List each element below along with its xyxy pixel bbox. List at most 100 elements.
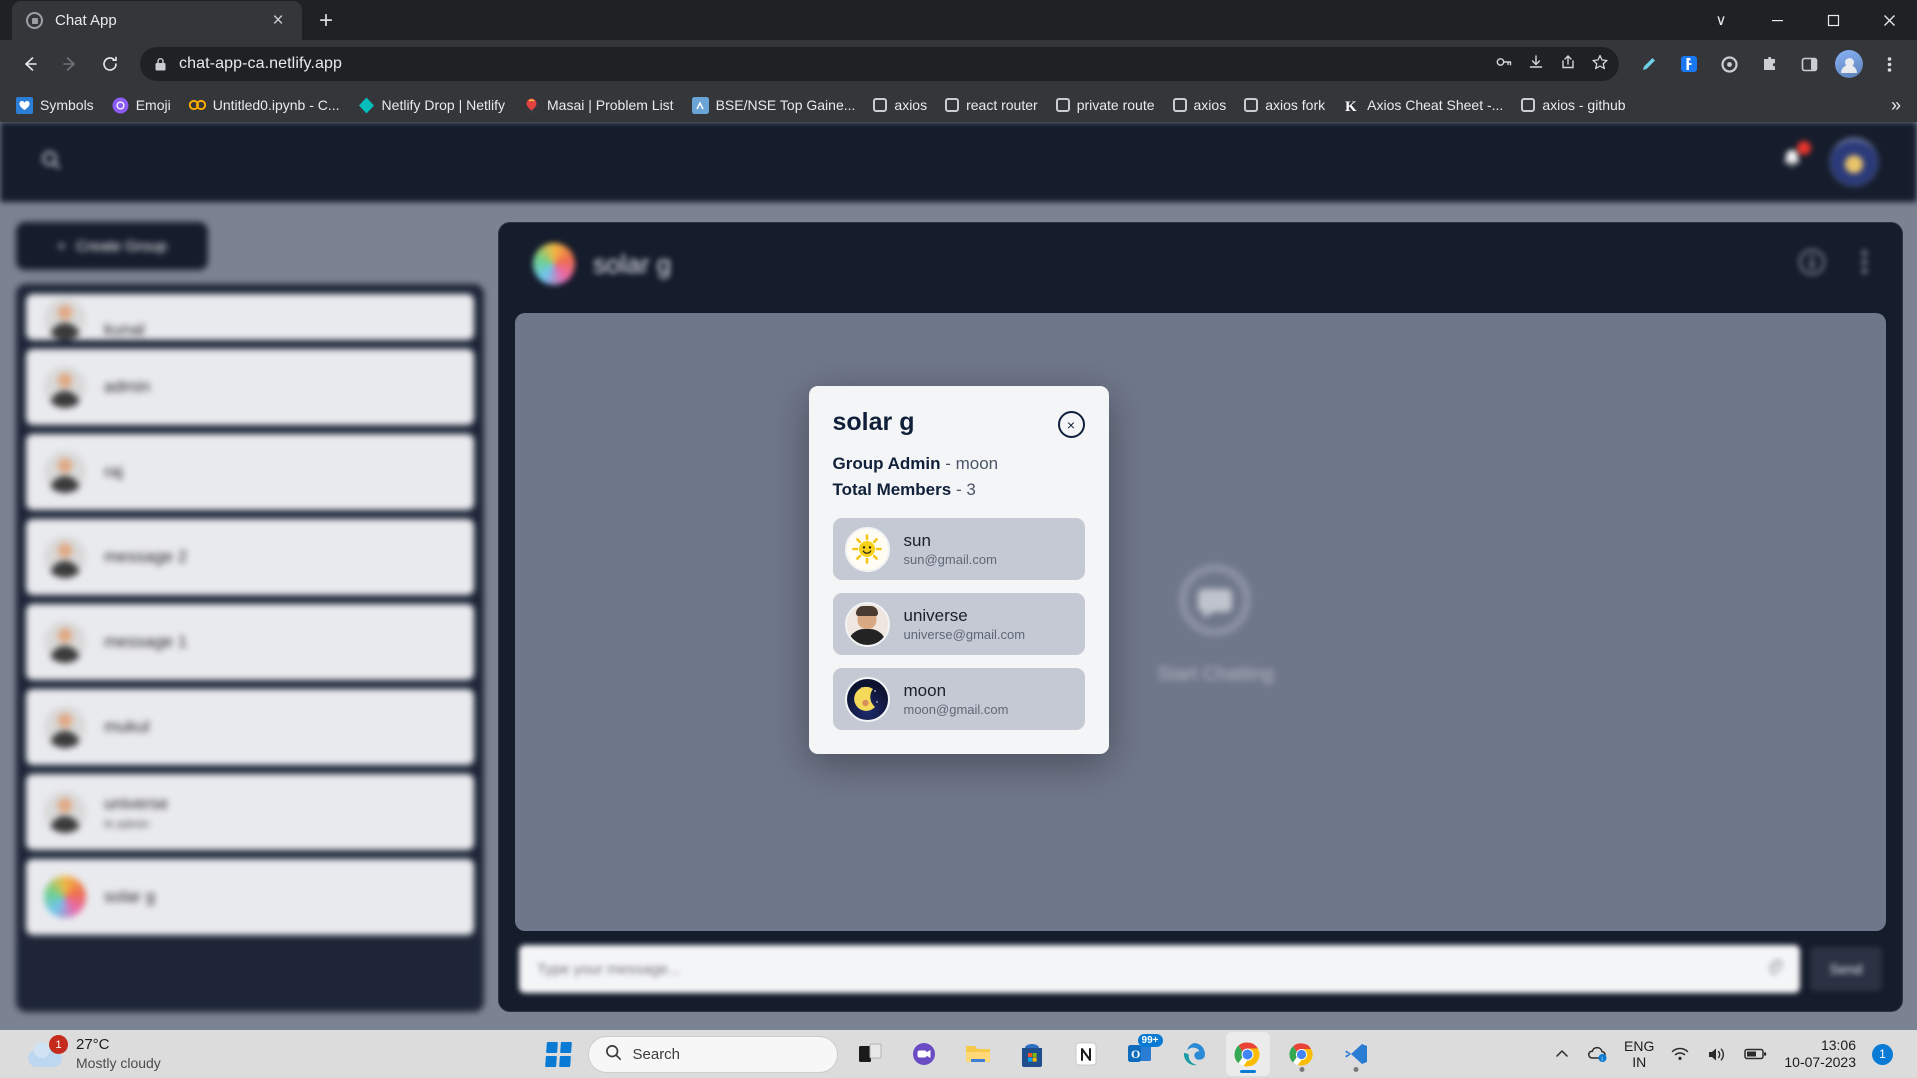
windows-logo-icon bbox=[545, 1041, 572, 1067]
bookmark-bse-nse[interactable]: BSE/NSE Top Gaine... bbox=[684, 93, 864, 118]
bookmark-netlify-drop[interactable]: Netlify Drop | Netlify bbox=[350, 93, 513, 118]
notification-center-badge[interactable]: 1 bbox=[1872, 1043, 1893, 1065]
clock-time: 13:06 bbox=[1820, 1036, 1856, 1053]
group-info-modal-overlay: solar g × Group Admin - moon Total Membe… bbox=[0, 122, 1917, 1030]
group-info-modal: solar g × Group Admin - moon Total Membe… bbox=[808, 386, 1109, 754]
share-icon[interactable] bbox=[1559, 53, 1577, 76]
bookmark-colab[interactable]: Untitled0.ipynb - C... bbox=[181, 93, 348, 118]
bookmark-masai[interactable]: Masai | Problem List bbox=[515, 93, 682, 118]
member-row-moon[interactable]: moon moon@gmail.com bbox=[832, 668, 1085, 730]
bookmark-symbols[interactable]: Symbols bbox=[8, 93, 102, 118]
bookmark-label: BSE/NSE Top Gaine... bbox=[715, 97, 856, 113]
close-icon[interactable]: × bbox=[1057, 411, 1085, 438]
file-explorer-icon[interactable] bbox=[956, 1032, 1000, 1076]
svg-text:O: O bbox=[1131, 1047, 1140, 1061]
kapeli-icon: K bbox=[1343, 97, 1360, 114]
edge-icon[interactable] bbox=[1172, 1032, 1216, 1076]
netlify-icon bbox=[358, 97, 375, 114]
bookmark-axios-2[interactable]: axios bbox=[1165, 93, 1235, 117]
taskbar-search[interactable]: Search bbox=[587, 1035, 838, 1073]
chrome-icon-active[interactable] bbox=[1225, 1032, 1270, 1076]
notion-icon[interactable] bbox=[1064, 1032, 1108, 1076]
bookmark-axios-1[interactable]: axios bbox=[865, 93, 935, 117]
window-close-icon[interactable] bbox=[1861, 0, 1917, 40]
bookmark-axios-fork[interactable]: axios fork bbox=[1236, 93, 1333, 117]
search-icon bbox=[605, 1044, 622, 1065]
bookmark-axios-cheat-sheet[interactable]: K Axios Cheat Sheet -... bbox=[1335, 93, 1511, 118]
chat-favicon-icon bbox=[26, 12, 43, 29]
bookmarks-overflow-button[interactable]: » bbox=[1883, 95, 1909, 116]
browser-tab[interactable]: Chat App × bbox=[12, 1, 302, 40]
wifi-icon[interactable] bbox=[1670, 1046, 1690, 1062]
minimize-icon[interactable] bbox=[1749, 0, 1805, 40]
svg-text:K: K bbox=[1345, 99, 1357, 114]
bookmark-axios-github[interactable]: axios - github bbox=[1513, 93, 1633, 117]
start-button[interactable] bbox=[540, 1035, 578, 1073]
member-email: moon@gmail.com bbox=[903, 702, 1009, 717]
bookmark-label: Emoji bbox=[135, 97, 171, 113]
battery-icon[interactable] bbox=[1744, 1047, 1768, 1061]
task-view-icon[interactable] bbox=[848, 1032, 892, 1076]
bookmark-emoji[interactable]: Emoji bbox=[104, 93, 179, 118]
star-icon[interactable] bbox=[1591, 53, 1609, 76]
sun-avatar-icon bbox=[844, 526, 890, 572]
language-indicator[interactable]: ENG IN bbox=[1624, 1038, 1654, 1070]
member-row-universe[interactable]: universe universe@gmail.com bbox=[832, 593, 1085, 655]
microsoft-store-icon[interactable] bbox=[1010, 1032, 1054, 1076]
total-members-label: Total Members bbox=[832, 480, 952, 499]
total-members-row: Total Members - 3 bbox=[833, 480, 1085, 500]
bookmark-label: axios fork bbox=[1265, 97, 1326, 113]
onedrive-icon[interactable]: i bbox=[1586, 1045, 1608, 1063]
gear-extension-icon[interactable] bbox=[1713, 48, 1745, 80]
new-tab-button[interactable]: + bbox=[312, 7, 340, 35]
address-bar[interactable]: chat-app-ca.netlify.app bbox=[140, 47, 1619, 81]
generic-bookmark-icon bbox=[1172, 98, 1187, 112]
bookmark-private-route[interactable]: private route bbox=[1048, 93, 1163, 117]
forest-extension-icon[interactable] bbox=[1673, 48, 1705, 80]
language-line2: IN bbox=[1632, 1054, 1647, 1070]
heart-icon bbox=[16, 96, 33, 114]
colab-icon bbox=[188, 97, 206, 114]
member-row-sun[interactable]: sun sun@gmail.com bbox=[832, 518, 1085, 580]
maximize-icon[interactable] bbox=[1805, 0, 1861, 40]
bookmark-react-router[interactable]: react router bbox=[937, 93, 1046, 117]
clock-date: 10-07-2023 bbox=[1784, 1054, 1856, 1070]
web-page: + Create Group kunal admin raj message 2… bbox=[0, 122, 1917, 1030]
universe-avatar-icon bbox=[844, 601, 890, 647]
weather-widget[interactable]: 1 27°C Mostly cloudy bbox=[10, 1035, 161, 1072]
reload-icon[interactable] bbox=[92, 46, 128, 82]
bookmark-label: Masai | Problem List bbox=[547, 97, 674, 113]
member-email: sun@gmail.com bbox=[903, 552, 997, 567]
pen-icon[interactable] bbox=[1633, 48, 1665, 80]
modal-meta: Group Admin - moon Total Members - 3 bbox=[833, 454, 1085, 500]
back-icon[interactable] bbox=[12, 46, 48, 82]
language-line1: ENG bbox=[1624, 1037, 1655, 1054]
group-admin-row: Group Admin - moon bbox=[833, 454, 1085, 474]
chrome-icon-second[interactable] bbox=[1280, 1032, 1324, 1076]
teams-icon[interactable] bbox=[902, 1032, 946, 1076]
tray-chevron-icon[interactable] bbox=[1554, 1046, 1570, 1062]
outlook-icon[interactable]: O 99+ bbox=[1118, 1032, 1163, 1076]
member-email: universe@gmail.com bbox=[903, 627, 1026, 642]
bookmark-label: Symbols bbox=[40, 97, 94, 113]
windows-taskbar: 1 27°C Mostly cloudy Search O 99+ i ENG … bbox=[0, 1030, 1917, 1078]
group-admin-label: Group Admin bbox=[832, 454, 941, 473]
member-name: moon bbox=[903, 681, 947, 700]
forward-icon[interactable] bbox=[52, 46, 88, 82]
taskbar-clock[interactable]: 13:06 10-07-2023 bbox=[1784, 1037, 1856, 1072]
sidepanel-icon[interactable] bbox=[1793, 48, 1825, 80]
puzzle-icon[interactable] bbox=[1753, 48, 1785, 80]
weather-badge: 1 bbox=[49, 1035, 68, 1054]
vscode-icon[interactable] bbox=[1334, 1032, 1378, 1076]
download-icon[interactable] bbox=[1527, 53, 1545, 76]
collapse-icon[interactable]: ∨ bbox=[1693, 0, 1749, 40]
avatar[interactable] bbox=[1833, 48, 1865, 80]
volume-icon[interactable] bbox=[1706, 1046, 1728, 1063]
member-list: sun sun@gmail.com universe universe@gmai… bbox=[832, 518, 1085, 730]
profile-avatar-icon bbox=[1835, 50, 1863, 78]
system-tray: i ENG IN 13:06 10-07-2023 1 bbox=[1554, 1037, 1907, 1072]
stock-icon bbox=[691, 96, 709, 114]
tab-close-icon[interactable]: × bbox=[264, 7, 292, 35]
chrome-menu-icon[interactable] bbox=[1873, 48, 1905, 80]
key-icon[interactable] bbox=[1495, 53, 1513, 76]
